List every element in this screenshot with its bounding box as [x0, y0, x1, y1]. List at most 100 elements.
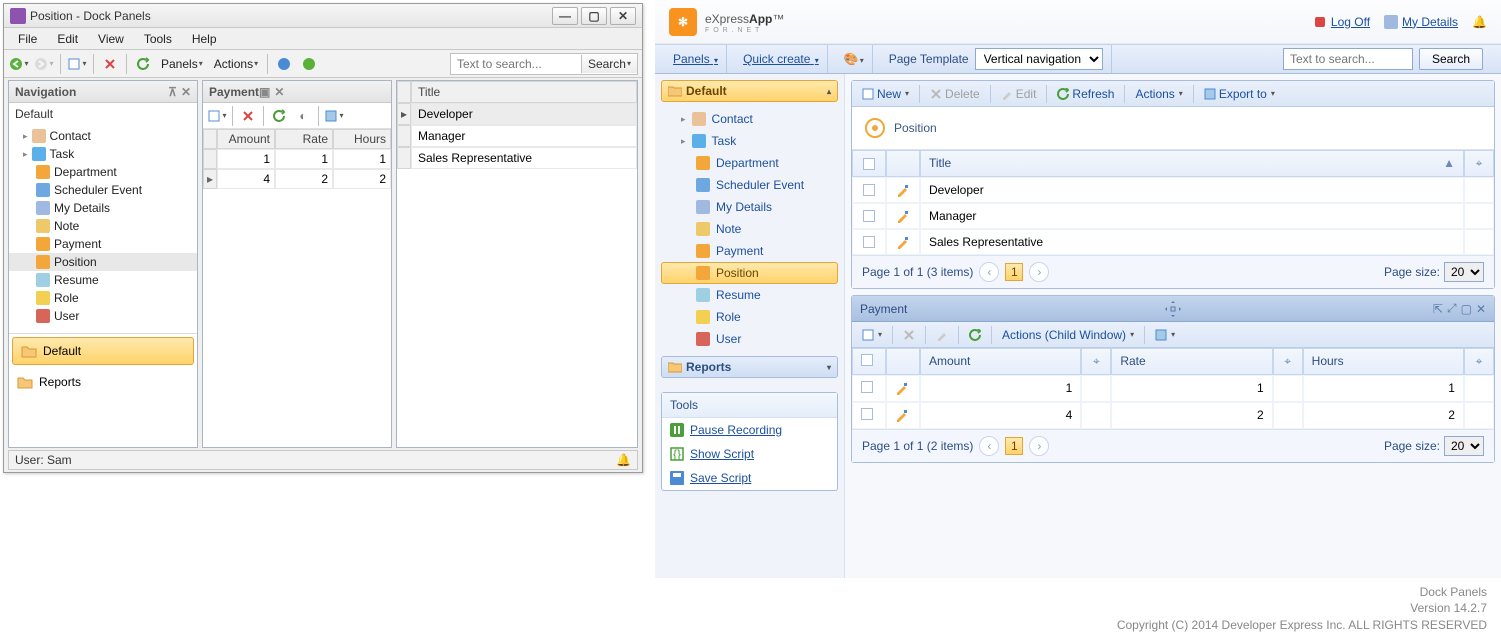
nav-item-department[interactable]: Department	[661, 152, 838, 174]
search-button[interactable]: Search	[1419, 48, 1483, 70]
table-row[interactable]: Sales Representative	[852, 229, 1494, 255]
menu-file[interactable]: File	[8, 30, 47, 48]
bell-icon[interactable]: 🔔	[616, 453, 631, 467]
nav-item-resume[interactable]: Resume	[9, 271, 197, 289]
col-rate[interactable]: Rate	[275, 129, 333, 149]
maximize-button[interactable]: ▢	[581, 7, 607, 25]
edit-icon[interactable]	[896, 235, 910, 249]
filter-icon[interactable]: ⌖	[1273, 348, 1303, 375]
pin-icon[interactable]: ⇱	[1433, 302, 1443, 316]
back-button[interactable]: ▾	[8, 53, 30, 75]
new-button[interactable]: ▾	[856, 327, 888, 343]
table-row[interactable]: Sales Representative	[397, 147, 637, 169]
payment-dock-header[interactable]: Payment ⇱ ⤢ ▢ ✕	[852, 296, 1494, 322]
filter-icon[interactable]: ⌖	[1081, 348, 1111, 375]
nav-item-mydetails[interactable]: My Details	[661, 196, 838, 218]
table-row[interactable]: ▸Developer	[397, 103, 637, 125]
export-dropdown[interactable]: ▾	[1149, 327, 1181, 343]
nav-item-resume[interactable]: Resume	[661, 284, 838, 306]
next-page[interactable]: ›	[1029, 436, 1049, 456]
actions-child-dropdown[interactable]: Actions (Child Window)▾	[996, 326, 1140, 344]
nav-item-contact[interactable]: ▸Contact	[9, 127, 197, 145]
col-title[interactable]: Title	[411, 81, 637, 103]
mydetails-link[interactable]: My Details	[1384, 15, 1458, 29]
new-button[interactable]: ▾	[66, 53, 88, 75]
appearance-icon[interactable]: 🎨▾	[844, 52, 864, 66]
search-button[interactable]: Search▾	[581, 55, 637, 73]
nav-item-role[interactable]: Role	[9, 289, 197, 307]
menu-view[interactable]: View	[88, 30, 134, 48]
nav-group-default[interactable]: Default	[12, 337, 194, 365]
search-input[interactable]	[451, 57, 581, 71]
next-page[interactable]: ›	[1029, 262, 1049, 282]
page-size-select[interactable]: 20	[1444, 262, 1484, 282]
page-template-select[interactable]: Vertical navigation	[975, 48, 1103, 70]
menu-edit[interactable]: Edit	[47, 30, 88, 48]
nav-item-note[interactable]: Note	[9, 217, 197, 235]
misc-button[interactable]: ◐	[292, 105, 314, 127]
nav-item-task[interactable]: ▸Task	[661, 130, 838, 152]
prev-page[interactable]: ‹	[979, 262, 999, 282]
delete-button[interactable]	[237, 105, 259, 127]
actions-dropdown[interactable]: Actions▾	[1129, 85, 1188, 103]
delete-button[interactable]	[99, 53, 121, 75]
pin-icon[interactable]: ⊼	[168, 85, 177, 99]
refresh-button[interactable]	[132, 53, 154, 75]
cell[interactable]: 1	[217, 149, 275, 169]
nav-item-payment[interactable]: Payment	[9, 235, 197, 253]
restore-icon[interactable]: ⤢	[1447, 301, 1457, 316]
nav-group-reports[interactable]: Reports▾	[661, 356, 838, 378]
show-script-link[interactable]: {}Show Script	[662, 442, 837, 466]
col-hours[interactable]: Hours	[1303, 348, 1464, 375]
col-hours[interactable]: Hours	[333, 129, 391, 149]
select-all-checkbox[interactable]	[852, 150, 886, 177]
table-row[interactable]: Manager	[852, 203, 1494, 229]
select-all-checkbox[interactable]	[852, 348, 886, 375]
save-script-link[interactable]: Save Script	[662, 466, 837, 490]
table-row[interactable]: Manager	[397, 125, 637, 147]
logoff-link[interactable]: Log Off	[1313, 15, 1370, 29]
new-button[interactable]: New▾	[856, 85, 915, 103]
col-title[interactable]: Title▲	[920, 150, 1464, 177]
filter-icon[interactable]: ⌖	[1464, 348, 1494, 375]
nav-item-scheduler[interactable]: Scheduler Event	[9, 181, 197, 199]
move-icon[interactable]	[1164, 300, 1182, 318]
nav-item-department[interactable]: Department	[9, 163, 197, 181]
cell[interactable]: 1	[333, 149, 391, 169]
new-button[interactable]: ▾	[206, 105, 228, 127]
cell[interactable]: 1	[275, 149, 333, 169]
nav-item-task[interactable]: ▸Task	[9, 145, 197, 163]
edit-icon[interactable]	[895, 408, 909, 422]
col-rate[interactable]: Rate	[1111, 348, 1272, 375]
panels-dropdown[interactable]: Panels ▾	[673, 52, 718, 66]
export-dropdown[interactable]: Export to▾	[1198, 85, 1281, 103]
diag-button[interactable]	[273, 53, 295, 75]
nav-group-default[interactable]: Default▴	[661, 80, 838, 102]
cell[interactable]: 4	[217, 169, 275, 189]
refresh-button[interactable]	[268, 105, 290, 127]
col-amount[interactable]: Amount	[920, 348, 1081, 375]
col-amount[interactable]: Amount	[217, 129, 275, 149]
maximize-icon[interactable]: ▢	[1461, 302, 1472, 316]
quickcreate-dropdown[interactable]: Quick create ▾	[743, 52, 819, 66]
nav-item-payment[interactable]: Payment	[661, 240, 838, 262]
nav-item-scheduler[interactable]: Scheduler Event	[661, 174, 838, 196]
actions-dropdown[interactable]: Actions▾	[210, 55, 262, 73]
edit-icon[interactable]	[896, 209, 910, 223]
current-page[interactable]: 1	[1005, 263, 1023, 281]
cell[interactable]: 2	[275, 169, 333, 189]
edit-icon[interactable]	[896, 183, 910, 197]
current-page[interactable]: 1	[1005, 437, 1023, 455]
refresh-button[interactable]	[963, 327, 987, 343]
close-icon[interactable]: ✕	[274, 85, 284, 99]
dock-icon[interactable]: ▣	[259, 85, 270, 99]
panels-dropdown[interactable]: Panels▾	[157, 55, 207, 73]
cell[interactable]: 2	[333, 169, 391, 189]
table-row[interactable]: Developer	[852, 177, 1494, 203]
table-row[interactable]: 111	[852, 375, 1494, 402]
export-button[interactable]: ▾	[323, 105, 345, 127]
nav-item-mydetails[interactable]: My Details	[9, 199, 197, 217]
refresh-button[interactable]: Refresh	[1051, 85, 1120, 103]
nav-item-note[interactable]: Note	[661, 218, 838, 240]
edit-icon[interactable]	[895, 381, 909, 395]
